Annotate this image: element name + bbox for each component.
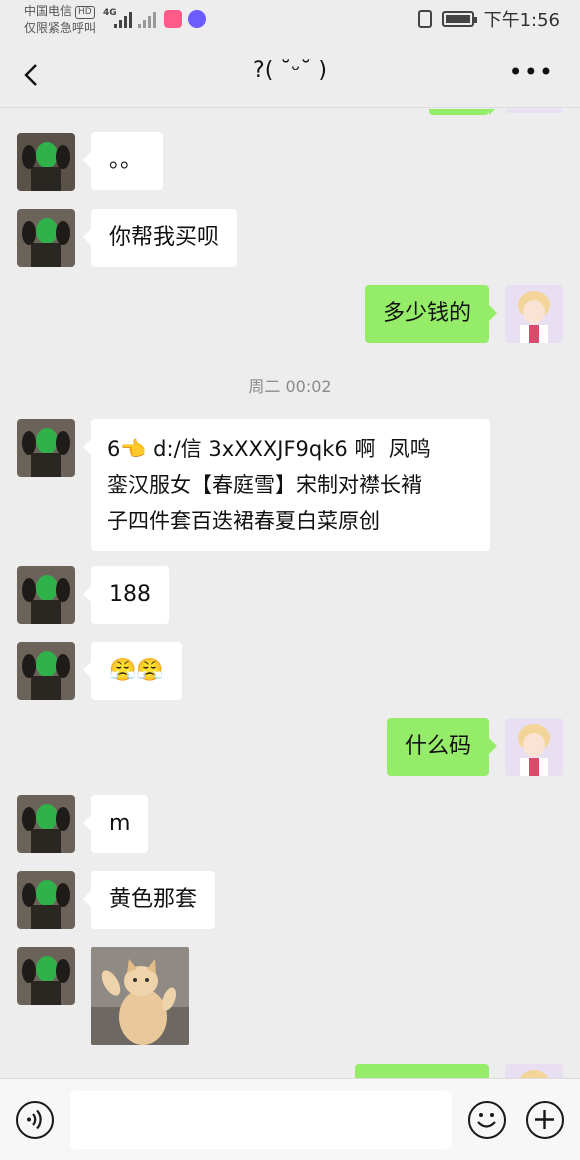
message-bubble[interactable]: m [82, 795, 149, 853]
chat-header: ?( ˘ᵕ˘ ) ••• [0, 42, 580, 108]
message-bubble[interactable]: 😤😤 [83, 642, 182, 700]
self-avatar[interactable] [505, 109, 563, 113]
emoji-icon[interactable] [468, 1101, 506, 1139]
contact-avatar[interactable] [17, 566, 75, 624]
contact-avatar[interactable] [17, 947, 75, 1005]
message-bubble[interactable]: 6👈 d:/信 3xXXXJF9qk6 啊 凤鸣 銮汉服女【春庭雪】宋制对襟长褙… [83, 419, 490, 551]
clock: 下午1:56 [483, 10, 560, 31]
message-bubble[interactable]: 188 [83, 566, 169, 624]
app-notification-icon [164, 10, 182, 28]
message-bubble-partial [429, 109, 497, 115]
self-avatar[interactable] [505, 1064, 563, 1078]
self-avatar[interactable] [505, 285, 563, 343]
emergency-text: 仅限紧急呼叫 [24, 21, 97, 35]
self-avatar[interactable] [505, 718, 563, 776]
voice-icon[interactable] [16, 1101, 54, 1139]
message-bubble-partial [355, 1064, 489, 1078]
message-bubble[interactable]: 黄色那套 [82, 871, 216, 929]
signal-sim2-icon [138, 10, 156, 28]
contact-avatar[interactable] [17, 795, 75, 853]
contact-avatar[interactable] [17, 871, 75, 929]
tieba-notification-icon [188, 10, 206, 28]
plus-icon[interactable] [526, 1101, 564, 1139]
more-options-icon[interactable]: ••• [509, 60, 554, 84]
contact-avatar[interactable] [17, 419, 75, 477]
chat-title: ?( ˘ᵕ˘ ) [253, 58, 327, 83]
signal-icon [114, 10, 132, 28]
status-right: 下午1:56 [417, 8, 560, 31]
status-bar: 中国电信 HD 仅限紧急呼叫 4G 下午1:56 [0, 0, 580, 42]
message-bubble[interactable]: 什么码 [386, 718, 498, 776]
battery-icon [441, 11, 477, 27]
message-bubble[interactable]: 。。 [83, 132, 163, 190]
hd-badge: HD [75, 6, 95, 19]
message-list[interactable]: 。。 你帮我买呗 多少钱的 周二 00:02 6👈 d:/信 3xXXXJF9q… [0, 109, 580, 1078]
vibrate-icon [417, 10, 432, 28]
timestamp: 周二 00:02 [248, 377, 332, 396]
carrier-name: 中国电信 [24, 4, 73, 18]
contact-avatar[interactable] [17, 133, 75, 191]
message-input[interactable] [70, 1091, 452, 1149]
message-bubble[interactable]: 多少钱的 [364, 285, 498, 343]
carrier-info: 中国电信 HD 仅限紧急呼叫 [24, 3, 96, 37]
input-bar [0, 1078, 580, 1160]
message-bubble[interactable]: 你帮我买呗 [82, 209, 238, 267]
contact-avatar[interactable] [17, 642, 75, 700]
contact-avatar[interactable] [17, 209, 75, 267]
cat-sticker-image[interactable] [91, 947, 189, 1045]
